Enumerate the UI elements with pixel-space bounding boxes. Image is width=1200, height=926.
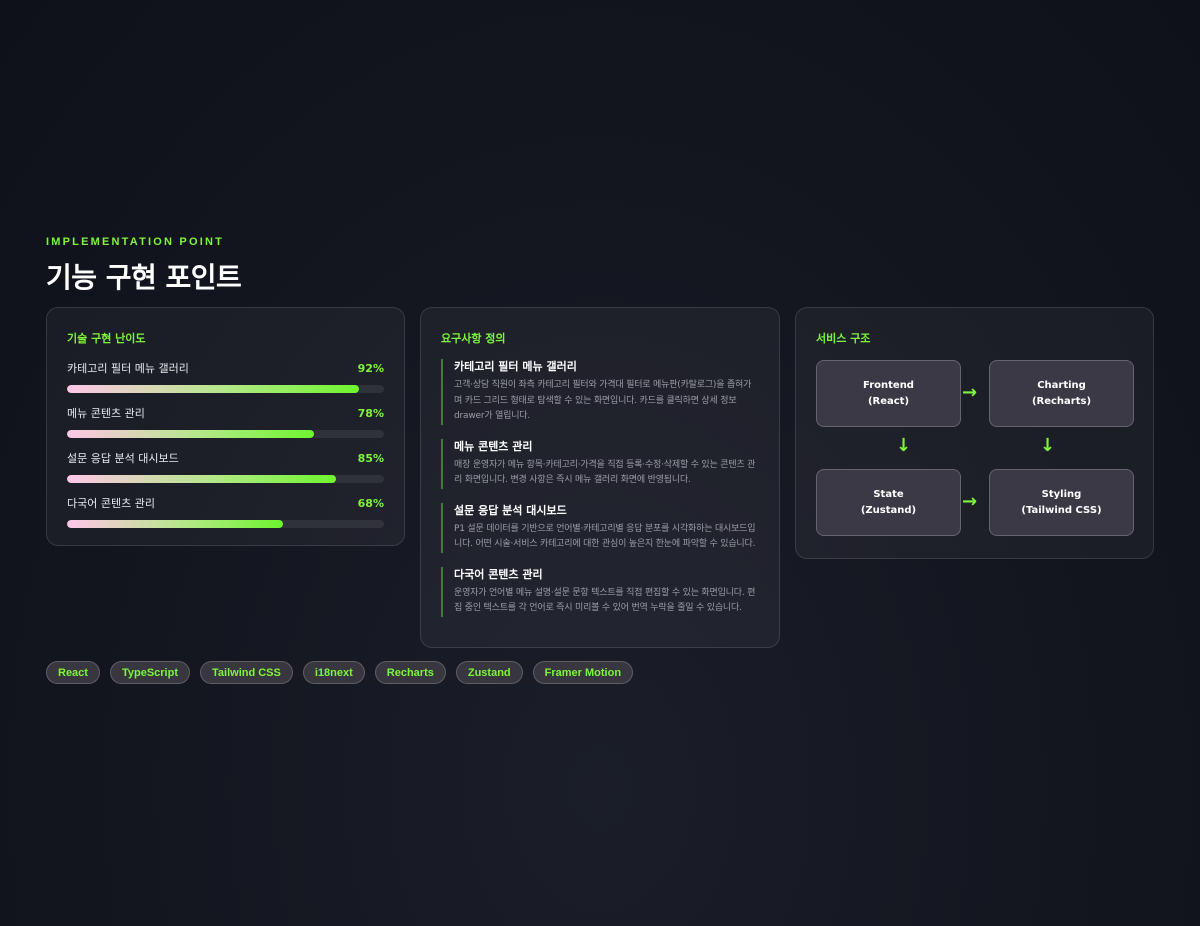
tech-tag: TypeScript bbox=[109, 661, 190, 684]
tech-tag: Recharts bbox=[374, 661, 446, 684]
requirement-description: P1 설문 데이터를 기반으로 언어별·카테고리별 응답 분포를 시각화하는 대… bbox=[454, 523, 756, 550]
arch-node-state: State (Zustand) bbox=[816, 469, 961, 536]
skill-percent: 78% bbox=[357, 406, 384, 420]
arch-node-frontend: Frontend (React) bbox=[816, 360, 961, 427]
skill-progress-track bbox=[67, 385, 384, 393]
arch-node-charting: Charting (Recharts) bbox=[989, 360, 1134, 427]
requirement-item: 메뉴 콘텐츠 관리 매장 운영자가 메뉴 항목·카테고리·가격을 직접 등록·수… bbox=[441, 438, 759, 489]
requirement-description: 고객·상담 직원이 좌측 카테고리 필터와 가격대 필터로 메뉴판(카탈로그)을… bbox=[454, 380, 752, 421]
skill-item: 메뉴 콘텐츠 관리 78% bbox=[67, 405, 384, 438]
skill-item: 다국어 콘텐츠 관리 68% bbox=[67, 495, 384, 528]
arch-node-sub: (Recharts) bbox=[1031, 395, 1092, 407]
skill-name: 다국어 콘텐츠 관리 bbox=[67, 497, 155, 510]
section-eyebrow: IMPLEMENTATION POINT bbox=[46, 236, 225, 248]
skill-item: 설문 응답 분석 대시보드 85% bbox=[67, 450, 384, 483]
tech-tag: Tailwind CSS bbox=[200, 661, 293, 684]
skill-progress-fill bbox=[67, 475, 337, 483]
arch-node-sub: (Tailwind CSS) bbox=[1021, 504, 1102, 516]
skill-progress-fill bbox=[67, 385, 359, 393]
skill-progress-track bbox=[67, 520, 384, 528]
arch-node-sub: (Zustand) bbox=[860, 504, 917, 516]
tech-tag: Framer Motion bbox=[532, 661, 634, 684]
skill-name: 카테고리 필터 메뉴 갤러리 bbox=[67, 362, 189, 375]
skill-item: 카테고리 필터 메뉴 갤러리 92% bbox=[67, 360, 384, 393]
tech-tag: i18next bbox=[302, 661, 365, 684]
tech-tag: React bbox=[46, 661, 100, 684]
requirements-card: 요구사항 정의 카테고리 필터 메뉴 갤러리 고객·상담 직원이 좌측 카테고리… bbox=[420, 307, 780, 648]
arch-node-name: Frontend bbox=[863, 379, 914, 391]
skill-percent: 85% bbox=[357, 451, 384, 465]
arrow-right-icon: → bbox=[962, 382, 978, 403]
arrow-down-icon: ↓ bbox=[1040, 435, 1056, 456]
skill-percent: 92% bbox=[357, 361, 384, 375]
architecture-card: 서비스 구조 Frontend (React) Charting (Rechar… bbox=[795, 307, 1154, 559]
skill-name: 메뉴 콘텐츠 관리 bbox=[67, 407, 145, 420]
skill-name: 설문 응답 분석 대시보드 bbox=[67, 452, 179, 465]
skill-progress-fill bbox=[67, 430, 315, 438]
requirement-title: 카테고리 필터 메뉴 갤러리 bbox=[454, 360, 577, 373]
difficulty-card: 기술 구현 난이도 카테고리 필터 메뉴 갤러리 92% 메뉴 콘텐츠 관리 7… bbox=[46, 307, 405, 546]
skill-percent: 68% bbox=[357, 496, 384, 510]
arch-node-sub: (React) bbox=[867, 395, 910, 407]
page-title: 기능 구현 포인트 bbox=[46, 261, 242, 294]
arrow-right-icon: → bbox=[962, 491, 978, 512]
difficulty-card-title: 기술 구현 난이도 bbox=[67, 332, 146, 345]
requirement-description: 운영자가 언어별 메뉴 설명·설문 문항 텍스트를 직접 편집할 수 있는 화면… bbox=[454, 587, 756, 614]
arrow-down-icon: ↓ bbox=[896, 435, 912, 456]
requirement-title: 메뉴 콘텐츠 관리 bbox=[454, 439, 533, 453]
skill-progress-track bbox=[67, 430, 384, 438]
arch-node-name: State bbox=[873, 488, 904, 500]
tech-tag: Zustand bbox=[455, 661, 523, 684]
requirement-item: 설문 응답 분석 대시보드 P1 설문 데이터를 기반으로 언어별·카테고리별 … bbox=[441, 502, 759, 553]
skill-progress-fill bbox=[67, 520, 283, 528]
tech-tag-list: React TypeScript Tailwind CSS i18next Re… bbox=[46, 661, 634, 684]
arch-node-styling: Styling (Tailwind CSS) bbox=[989, 469, 1134, 536]
arch-node-name: Charting bbox=[1037, 379, 1086, 391]
requirement-item: 다국어 콘텐츠 관리 운영자가 언어별 메뉴 설명·설문 문항 텍스트를 직접 … bbox=[441, 566, 759, 617]
arch-node-name: Styling bbox=[1041, 488, 1082, 500]
requirements-card-title: 요구사항 정의 bbox=[441, 332, 506, 345]
architecture-card-title: 서비스 구조 bbox=[816, 332, 871, 345]
requirement-item: 카테고리 필터 메뉴 갤러리 고객·상담 직원이 좌측 카테고리 필터와 가격대… bbox=[441, 359, 759, 425]
requirement-title: 다국어 콘텐츠 관리 bbox=[454, 567, 543, 581]
requirement-title: 설문 응답 분석 대시보드 bbox=[454, 503, 567, 517]
requirement-description: 매장 운영자가 메뉴 항목·카테고리·가격을 직접 등록·수정·삭제할 수 있는… bbox=[454, 459, 756, 486]
skill-progress-track bbox=[67, 475, 384, 483]
